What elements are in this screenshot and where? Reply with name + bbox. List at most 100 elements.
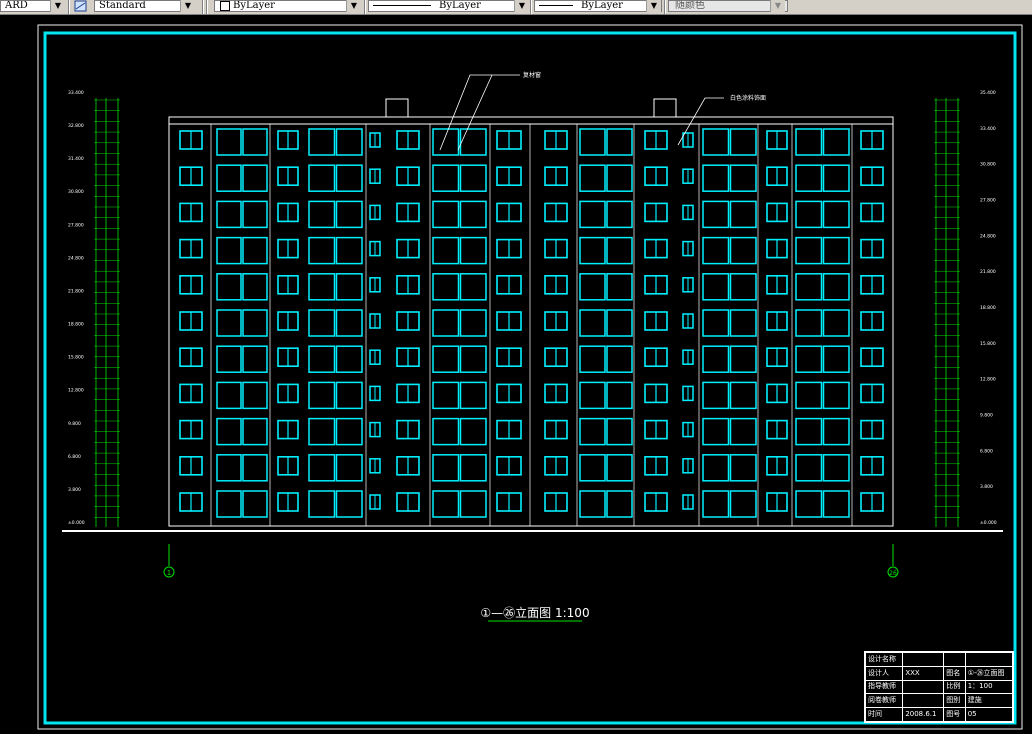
window-pane (702, 164, 730, 192)
drawing-canvas[interactable]: 1 26 33.400 32.800 31.400 30.800 27.800 24.80… (0, 14, 1032, 734)
window-pane (216, 454, 242, 482)
window-pane (432, 236, 460, 265)
window-pane (579, 200, 606, 229)
window-pane (822, 490, 850, 518)
elevation-label: ±0.000 (980, 520, 997, 526)
window-pane (822, 417, 850, 446)
title-block-cell-label: 时间 (864, 707, 904, 722)
title-block-cell-label: 阅卷教师 (864, 693, 904, 709)
window-pane (216, 236, 242, 265)
linetype-dropdown-arrow[interactable]: ▼ (514, 0, 529, 12)
elevation-label: 27.800 (68, 222, 84, 228)
window-pane (432, 454, 460, 482)
window-pane (606, 309, 633, 337)
window-pane (729, 128, 757, 156)
window-pane (606, 417, 633, 446)
window-pane (606, 345, 633, 373)
window-pane (459, 273, 487, 301)
title-block-cell-keyval (964, 652, 1014, 667)
text-style-select[interactable]: ARD (0, 0, 52, 12)
window-pane (335, 273, 363, 301)
window-pane (729, 345, 757, 373)
toolbar-separator (364, 0, 366, 14)
dimension-chain-left: 33.400 32.800 31.400 30.800 27.800 24.800 21.8… (68, 90, 120, 527)
window-pane (795, 345, 823, 373)
toolbar-separator (664, 0, 666, 14)
window-pane (432, 345, 460, 373)
window-pane (579, 236, 606, 265)
window-pane (579, 273, 606, 301)
window-pane (216, 273, 242, 301)
window-pane (795, 200, 823, 229)
plot-style-value: 随颜色 (675, 0, 705, 11)
title-block-cell-key: 图号 (943, 707, 966, 722)
window-pane (606, 454, 633, 482)
elevation-label: 3.800 (980, 484, 993, 490)
window-pane (335, 200, 363, 229)
window-pane (729, 381, 757, 410)
window-pane (459, 345, 487, 373)
window-pane (822, 309, 850, 337)
linetype-control[interactable]: ByLayer (368, 0, 528, 12)
plot-style-dropdown-arrow[interactable]: ▼ (770, 0, 785, 12)
dim-style-dropdown-arrow[interactable]: ▼ (180, 0, 195, 12)
dim-style-icon[interactable] (74, 0, 88, 12)
window-pane (795, 454, 823, 482)
leader-line-finish (677, 97, 724, 146)
window-pane (606, 381, 633, 410)
color-dropdown-arrow[interactable]: ▼ (346, 0, 361, 12)
window-pane (335, 345, 363, 373)
window-pane (606, 273, 633, 301)
window-pane (459, 200, 487, 229)
window-pane (729, 164, 757, 192)
text-style-dropdown-arrow[interactable]: ▼ (50, 0, 65, 12)
window-pane (459, 164, 487, 192)
elevation-label: 21.800 (980, 269, 996, 275)
elevation-label: 18.800 (68, 322, 84, 328)
elevation-label: 33.400 (68, 90, 84, 96)
window-pane (432, 164, 460, 192)
elevation-label: 9.800 (68, 421, 81, 427)
elevation-label: 3.800 (68, 487, 81, 493)
window-pane (242, 309, 268, 337)
title-block-cell-key (943, 652, 966, 667)
window-pane (216, 490, 242, 518)
window-pane (308, 164, 336, 192)
color-control-value: ByLayer (233, 0, 275, 11)
dimension-chain-right: 35.400 33.400 30.800 27.800 24.800 21.800 18.8… (934, 90, 997, 527)
leader-line-windows-2 (457, 74, 493, 151)
properties-toolbar: ARD ▼ Standard ▼ ByLayer ▼ ByLayer ▼ ByL… (0, 0, 1032, 15)
elevation-label: ±0.000 (68, 520, 85, 526)
title-block-cell-key: 图别 (943, 693, 966, 709)
dim-style-select[interactable]: Standard (94, 0, 184, 12)
note-facade-finish: 白色涂料饰面 (730, 94, 766, 102)
elevation-label: 30.800 (68, 189, 84, 195)
window-pane (822, 128, 850, 156)
window-pane (702, 273, 730, 301)
window-pane (795, 273, 823, 301)
window-pane (795, 417, 823, 446)
lineweight-dropdown-arrow[interactable]: ▼ (646, 0, 661, 12)
window-pane (579, 490, 606, 518)
text-style-value: ARD (5, 0, 28, 11)
elevation-label: 15.800 (980, 341, 996, 347)
note-window-material: 复材窗 (523, 71, 541, 79)
window-pane (822, 345, 850, 373)
window-pane (579, 454, 606, 482)
window-pane (579, 128, 606, 156)
window-pane (308, 345, 336, 373)
lineweight-control[interactable]: ByLayer (534, 0, 662, 12)
window-pane (242, 128, 268, 156)
color-control[interactable]: ByLayer (214, 0, 354, 12)
window-pane (216, 128, 242, 156)
color-swatch-icon (220, 1, 230, 11)
window-pane (729, 309, 757, 337)
elevation-label: 24.800 (980, 233, 996, 239)
title-block-row: 阅卷教师 图别 建施 (864, 693, 1014, 709)
window-pane (308, 236, 336, 265)
window-pane (606, 236, 633, 265)
elevation-label: 30.800 (980, 162, 996, 168)
roof-stair-enclosure (653, 98, 677, 118)
window-pane (579, 417, 606, 446)
title-block-cell-value (902, 679, 945, 695)
